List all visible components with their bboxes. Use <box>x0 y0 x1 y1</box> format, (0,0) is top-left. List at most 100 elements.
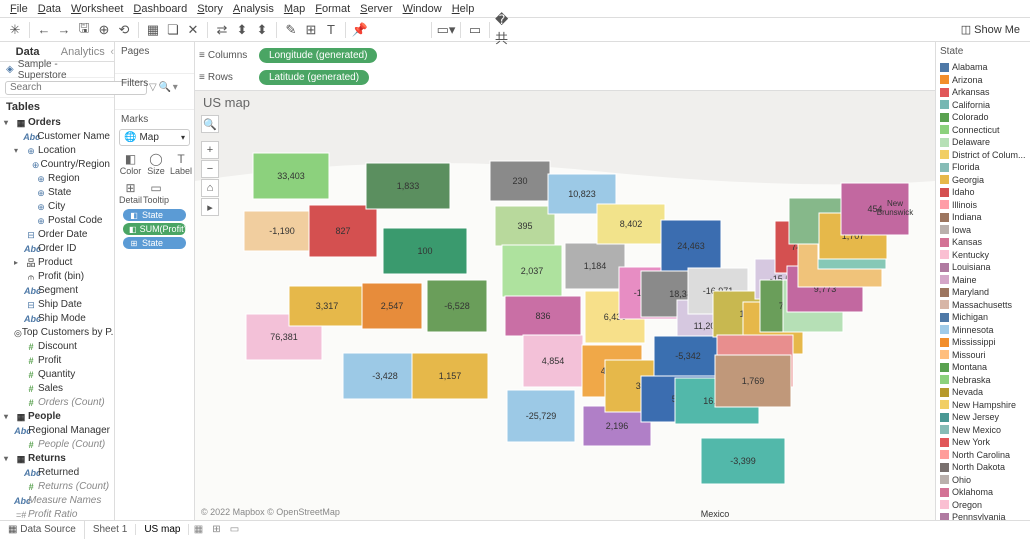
swap-icon[interactable]: ⇄ <box>213 21 231 39</box>
label-icon[interactable]: T <box>322 21 340 39</box>
state-texas[interactable] <box>507 390 575 442</box>
mark-pill-sum-profit-[interactable]: ◧SUM(Profit) <box>123 223 186 235</box>
legend-item-pennsylvania[interactable]: Pennsylvania <box>938 511 1028 520</box>
field-orders-count-[interactable]: #Orders (Count) <box>0 396 114 410</box>
zoom-out-button[interactable]: − <box>201 160 219 178</box>
legend-item-maryland[interactable]: Maryland <box>938 286 1028 299</box>
map-tools-expand-button[interactable]: ▸ <box>201 198 219 216</box>
field-profit[interactable]: #Profit <box>0 354 114 368</box>
collapse-icon[interactable]: ‹ <box>110 42 114 61</box>
rows-shelf[interactable]: Latitude (generated) <box>259 70 931 85</box>
state-wyoming[interactable] <box>383 228 467 274</box>
field-people[interactable]: ▾▦People <box>0 410 114 424</box>
legend-item-new-jersey[interactable]: New Jersey <box>938 411 1028 424</box>
field-product[interactable]: ▸品Product <box>0 256 114 270</box>
menu-story[interactable]: Story <box>193 3 227 15</box>
legend-item-new-hampshire[interactable]: New Hampshire <box>938 399 1028 412</box>
field-order-date[interactable]: ⊟Order Date <box>0 228 114 242</box>
legend-item-mississippi[interactable]: Mississippi <box>938 336 1028 349</box>
field-segment[interactable]: AbcSegment <box>0 284 114 298</box>
field-returns[interactable]: ▾▦Returns <box>0 452 114 466</box>
share-icon[interactable]: �共 <box>495 21 513 39</box>
state-oklahoma[interactable] <box>523 335 583 387</box>
legend-item-oklahoma[interactable]: Oklahoma <box>938 486 1028 499</box>
legend-item-maine[interactable]: Maine <box>938 274 1028 287</box>
legend-item-colorado[interactable]: Colorado <box>938 111 1028 124</box>
presentation-icon[interactable]: ▭ <box>466 21 484 39</box>
rows-pill-latitude[interactable]: Latitude (generated) <box>259 70 369 85</box>
field-orders[interactable]: ▾▦Orders <box>0 116 114 130</box>
back-icon[interactable]: ← <box>35 21 53 39</box>
map-search-button[interactable]: 🔍 <box>201 115 219 133</box>
sort-asc-icon[interactable]: ⬍ <box>233 21 251 39</box>
state-maine[interactable] <box>841 183 909 235</box>
legend-item-connecticut[interactable]: Connecticut <box>938 124 1028 137</box>
state-north-dakota[interactable] <box>490 161 550 201</box>
legend-item-montana[interactable]: Montana <box>938 361 1028 374</box>
columns-shelf[interactable]: Longitude (generated) <box>259 48 931 63</box>
menu-map[interactable]: Map <box>280 3 309 15</box>
field-discount[interactable]: #Discount <box>0 340 114 354</box>
legend-item-new-mexico[interactable]: New Mexico <box>938 424 1028 437</box>
group-icon[interactable]: ⊞ <box>302 21 320 39</box>
field-profit-bin-[interactable]: ⫙Profit (bin) <box>0 270 114 284</box>
legend-item-massachusetts[interactable]: Massachusetts <box>938 299 1028 312</box>
new-worksheet-tab-icon[interactable]: ▦ <box>189 524 207 535</box>
menu-data[interactable]: Data <box>34 3 65 15</box>
legend-item-florida[interactable]: Florida <box>938 161 1028 174</box>
field-profit-ratio[interactable]: =#Profit Ratio <box>0 508 114 520</box>
mark-tooltip-button[interactable]: ▭Tooltip <box>143 179 169 207</box>
pin-icon[interactable]: 📌 <box>351 21 369 39</box>
menu-file[interactable]: File <box>6 3 32 15</box>
field-region[interactable]: ⊕Region <box>0 172 114 186</box>
state-utah[interactable] <box>362 283 422 329</box>
new-worksheet-icon[interactable]: ▦ <box>144 21 162 39</box>
mark-size-button[interactable]: ◯Size <box>143 150 169 178</box>
state-tennessee[interactable] <box>654 336 722 376</box>
menu-server[interactable]: Server <box>356 3 396 15</box>
mark-detail-button[interactable]: ⊞Detail <box>119 179 142 207</box>
mark-type-dropdown[interactable]: 🌐Map ▾ <box>119 129 190 146</box>
field-returns-count-[interactable]: #Returns (Count) <box>0 480 114 494</box>
legend-item-north-dakota[interactable]: North Dakota <box>938 461 1028 474</box>
legend-item-alabama[interactable]: Alabama <box>938 61 1028 74</box>
menu-format[interactable]: Format <box>311 3 354 15</box>
legend-item-michigan[interactable]: Michigan <box>938 311 1028 324</box>
sheet-title[interactable]: US map <box>203 95 250 110</box>
state-nevada[interactable] <box>289 286 365 326</box>
field-regional-manager[interactable]: AbcRegional Manager <box>0 424 114 438</box>
legend-item-idaho[interactable]: Idaho <box>938 186 1028 199</box>
new-story-tab-icon[interactable]: ▭ <box>225 524 243 535</box>
columns-pill-longitude[interactable]: Longitude (generated) <box>259 48 377 63</box>
save-icon[interactable]: 🖫 <box>75 21 93 39</box>
legend-item-kentucky[interactable]: Kentucky <box>938 249 1028 262</box>
zoom-in-button[interactable]: + <box>201 141 219 159</box>
legend-item-nebraska[interactable]: Nebraska <box>938 374 1028 387</box>
viz-canvas[interactable]: US map 🔍 + − ⌂ ▸ 33,403-1,19076,3813,317… <box>195 91 935 520</box>
legend-item-louisiana[interactable]: Louisiana <box>938 261 1028 274</box>
state-iowa[interactable] <box>565 243 625 289</box>
state-nebraska[interactable] <box>502 245 562 297</box>
menu-window[interactable]: Window <box>399 3 446 15</box>
field-quantity[interactable]: #Quantity <box>0 368 114 382</box>
clear-icon[interactable]: ✕ <box>184 21 202 39</box>
state-south-carolina[interactable] <box>715 355 791 407</box>
fit-icon[interactable]: ▭▾ <box>437 21 455 39</box>
zoom-home-button[interactable]: ⌂ <box>201 179 219 197</box>
legend-item-district-of-colum-[interactable]: District of Colum... <box>938 149 1028 162</box>
legend-item-delaware[interactable]: Delaware <box>938 136 1028 149</box>
state-kansas[interactable] <box>505 296 581 336</box>
state-washington[interactable] <box>253 153 329 199</box>
menu-worksheet[interactable]: Worksheet <box>67 3 127 15</box>
state-wisconsin[interactable] <box>597 204 665 244</box>
state-florida[interactable] <box>701 438 785 484</box>
mark-pill-state[interactable]: ⊞State <box>123 237 186 249</box>
field-ship-mode[interactable]: AbcShip Mode <box>0 312 114 326</box>
field-returned[interactable]: AbcReturned <box>0 466 114 480</box>
legend-item-indiana[interactable]: Indiana <box>938 211 1028 224</box>
mark-color-button[interactable]: ◧Color <box>119 150 142 178</box>
legend-item-minnesota[interactable]: Minnesota <box>938 324 1028 337</box>
sheet-tab-us-map[interactable]: US map <box>136 524 189 535</box>
pages-shelf[interactable]: Pages <box>115 42 194 74</box>
field-city[interactable]: ⊕City <box>0 200 114 214</box>
